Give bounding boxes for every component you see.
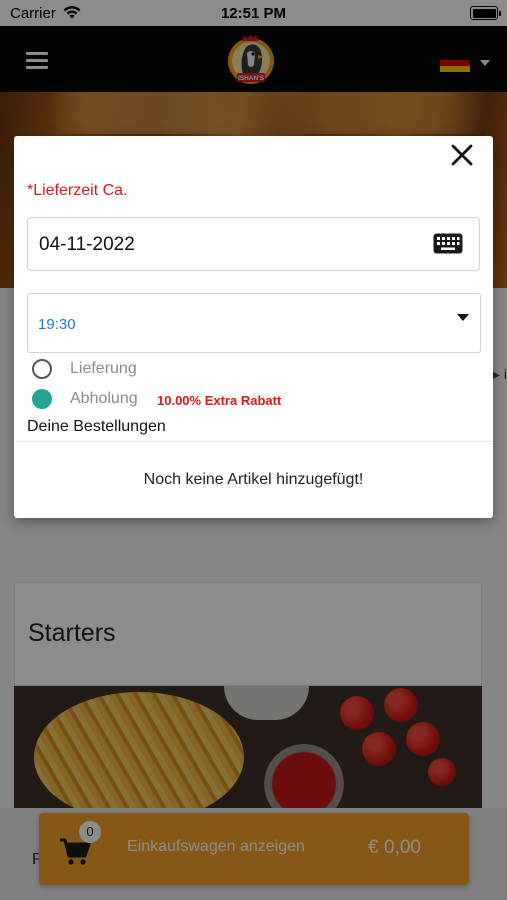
time-select[interactable]: 19:30 (27, 293, 481, 353)
orders-title: Deine Bestellungen (27, 418, 166, 435)
delivery-time-label: *Lieferzeit Ca. (27, 182, 128, 199)
date-input[interactable]: 04-11-2022 (27, 217, 480, 271)
pickup-discount-badge: 10.00% Extra Rabatt (157, 393, 282, 408)
dropdown-caret-icon (457, 314, 469, 321)
empty-cart-message: Noch keine Artikel hinzugefügt! (143, 471, 364, 488)
date-value: 04-11-2022 (39, 234, 135, 255)
pickup-option-label: Abholung (70, 390, 138, 407)
delivery-radio[interactable] (32, 359, 52, 379)
close-icon[interactable] (449, 142, 475, 168)
delivery-option-label: Lieferung (70, 360, 137, 377)
time-value: 19:30 (38, 316, 76, 333)
pickup-radio[interactable] (32, 389, 52, 409)
order-settings-modal: *Lieferzeit Ca. 04-11-2022 19:30 Lieferu… (14, 136, 493, 518)
keyboard-icon[interactable] (433, 233, 463, 254)
divider (14, 441, 493, 442)
